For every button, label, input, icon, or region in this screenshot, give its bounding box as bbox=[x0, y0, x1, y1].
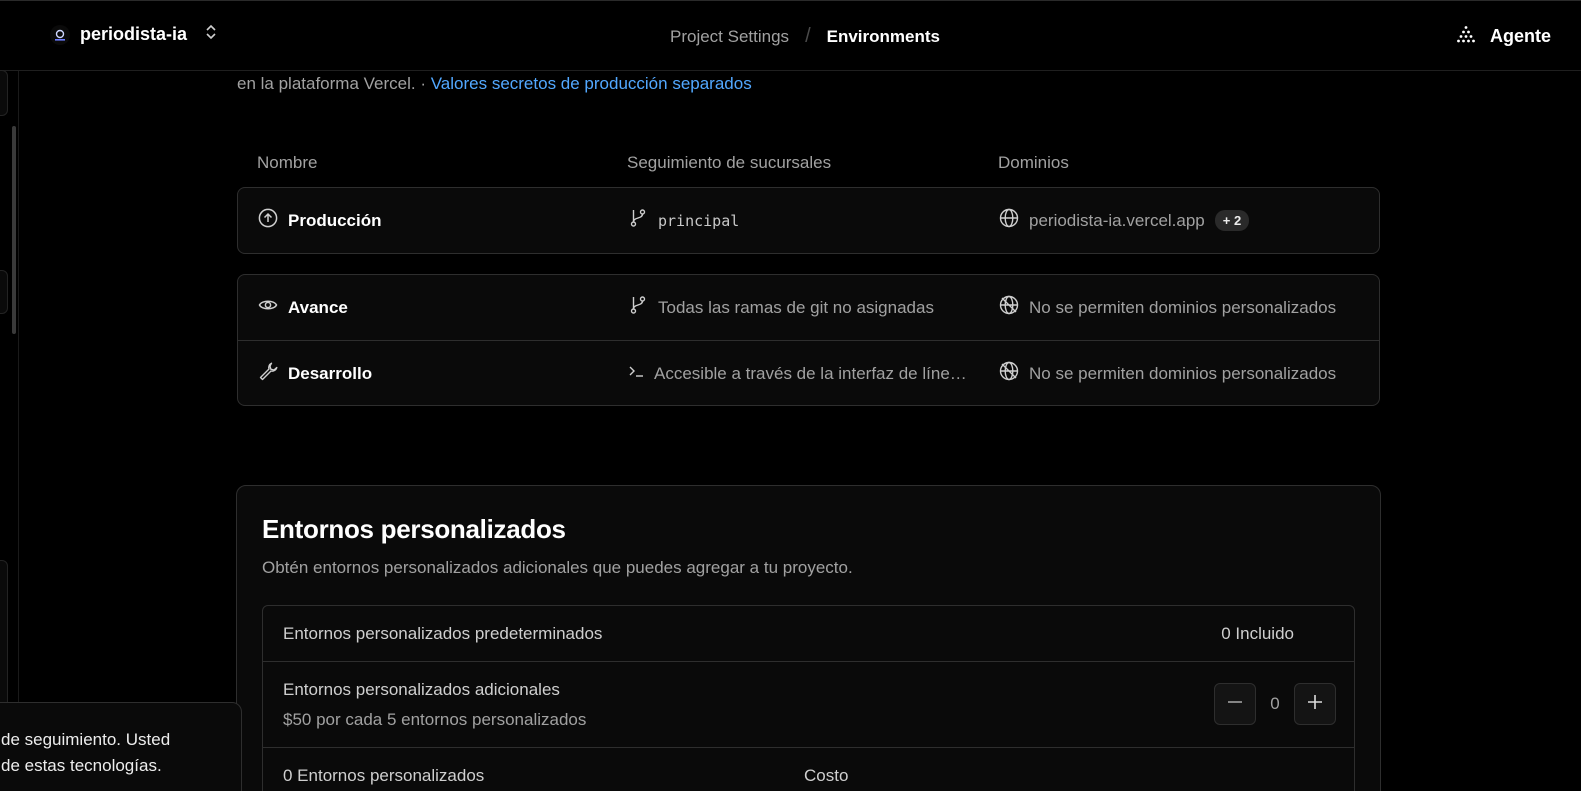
domains-cell: No se permiten dominios personalizados bbox=[999, 341, 1359, 406]
wrench-icon bbox=[258, 361, 278, 386]
top-bar: periodista-ia Project Settings / Environ… bbox=[0, 0, 1581, 71]
additional-environments-label: Entornos personalizados adicionales bbox=[283, 680, 560, 699]
cookie-consent-text: de seguimiento. Usted de estas tecnologí… bbox=[1, 727, 170, 779]
environment-name: Producción bbox=[258, 188, 382, 253]
branch-tracking: Accesible a través de la interfaz de lín… bbox=[628, 341, 973, 406]
domain-link[interactable]: periodista-ia.vercel.app bbox=[1029, 211, 1205, 231]
plus-icon bbox=[1307, 694, 1323, 715]
summary-count-label: 0 Entornos personalizados bbox=[283, 766, 485, 785]
summary-cost-label: Costo bbox=[804, 766, 849, 785]
sidebar-divider bbox=[18, 71, 19, 791]
default-environments-value: 0 Incluido bbox=[1221, 624, 1294, 643]
sidebar-item[interactable] bbox=[0, 270, 8, 314]
domains-cell: No se permiten dominios personalizados bbox=[999, 275, 1359, 340]
branch-tracking: principal bbox=[628, 188, 973, 253]
intro-text: en la plataforma Vercel. · Valores secre… bbox=[237, 74, 752, 94]
decrement-button[interactable] bbox=[1214, 683, 1256, 725]
globe-off-icon bbox=[999, 361, 1019, 386]
secrets-doc-link[interactable]: Valores secretos de producción separados bbox=[431, 74, 752, 93]
branch-tracking: Todas las ramas de git no asignadas bbox=[628, 275, 973, 340]
page: periodista-ia Project Settings / Environ… bbox=[0, 0, 1581, 791]
breadcrumb-separator: / bbox=[805, 25, 811, 47]
branch-description: Accesible a través de la interfaz de lín… bbox=[654, 363, 973, 383]
other-environments-card: Avance Todas las ramas de git no asignad… bbox=[237, 274, 1380, 406]
project-name: periodista-ia bbox=[80, 24, 188, 44]
additional-environments-count: 0 bbox=[1270, 694, 1280, 713]
git-branch-icon bbox=[628, 208, 648, 233]
column-header-branch: Seguimiento de sucursales bbox=[627, 153, 832, 172]
increment-button[interactable] bbox=[1294, 683, 1336, 725]
section-description: Obtén entornos personalizados adicionale… bbox=[262, 558, 853, 577]
breadcrumb-project-settings[interactable]: Project Settings bbox=[670, 27, 789, 47]
intro-text-body: en la plataforma Vercel. · bbox=[237, 74, 431, 93]
agent-button[interactable]: Agente bbox=[1456, 25, 1551, 48]
custom-environments-plan: Entornos personalizados predeterminados … bbox=[262, 605, 1355, 791]
environment-name: Desarrollo bbox=[258, 341, 372, 406]
domains-cell: periodista-ia.vercel.app + 2 bbox=[999, 188, 1359, 253]
chevron-up-down-icon bbox=[205, 23, 217, 46]
environment-name: Avance bbox=[258, 275, 348, 340]
agent-icon bbox=[1456, 25, 1476, 48]
breadcrumb-environments: Environments bbox=[826, 26, 940, 46]
project-logo-icon bbox=[50, 24, 70, 45]
section-title: Entornos personalizados bbox=[262, 514, 566, 544]
cookie-consent-toast: de seguimiento. Usted de estas tecnologí… bbox=[0, 702, 242, 791]
sidebar-panel bbox=[0, 560, 8, 710]
environment-row-development[interactable]: Desarrollo Accesible a través de la inte… bbox=[238, 340, 1379, 405]
additional-environments-row: Entornos personalizados adicionales $50 … bbox=[263, 661, 1354, 747]
globe-off-icon bbox=[999, 295, 1019, 320]
sidebar-scrollbar[interactable] bbox=[12, 126, 16, 334]
summary-row: 0 Entornos personalizados Costo bbox=[263, 747, 1354, 791]
cookie-consent-line-2: de estas tecnologías. bbox=[1, 756, 162, 775]
additional-environments-stepper: 0 bbox=[1214, 683, 1336, 725]
project-switcher[interactable]: periodista-ia bbox=[50, 23, 217, 46]
cookie-consent-line-1: de seguimiento. Usted bbox=[1, 730, 171, 749]
breadcrumb: Project Settings / Environments bbox=[670, 25, 940, 48]
custom-environments-section: Entornos personalizados Obtén entornos p… bbox=[236, 485, 1381, 791]
environment-name-label: Producción bbox=[288, 210, 382, 230]
git-branch-icon bbox=[628, 295, 648, 320]
agent-label: Agente bbox=[1489, 26, 1551, 46]
domain-restriction-text: No se permiten dominios personalizados bbox=[1029, 363, 1337, 383]
minus-icon bbox=[1227, 694, 1243, 715]
sidebar-item[interactable] bbox=[0, 70, 8, 116]
environment-row-production[interactable]: Producción principal periodista-ia.verce… bbox=[238, 188, 1379, 253]
default-environments-label: Entornos personalizados predeterminados bbox=[283, 624, 603, 643]
globe-icon bbox=[999, 208, 1019, 233]
more-domains-badge[interactable]: + 2 bbox=[1214, 210, 1250, 231]
environment-name-label: Desarrollo bbox=[288, 363, 373, 383]
additional-environments-price: $50 por cada 5 entornos personalizados bbox=[283, 710, 587, 729]
branch-name: principal bbox=[658, 211, 740, 230]
column-header-domains: Dominios bbox=[998, 153, 1069, 172]
branch-description: Todas las ramas de git no asignadas bbox=[658, 297, 934, 317]
domain-restriction-text: No se permiten dominios personalizados bbox=[1029, 297, 1337, 317]
terminal-icon bbox=[628, 361, 644, 386]
column-header-name: Nombre bbox=[257, 153, 318, 172]
eye-icon bbox=[258, 295, 278, 320]
production-environment-card[interactable]: Producción principal periodista-ia.verce… bbox=[237, 187, 1380, 254]
environment-name-label: Avance bbox=[288, 297, 348, 317]
environment-row-preview[interactable]: Avance Todas las ramas de git no asignad… bbox=[238, 275, 1379, 340]
upload-arrow-icon bbox=[258, 208, 278, 233]
